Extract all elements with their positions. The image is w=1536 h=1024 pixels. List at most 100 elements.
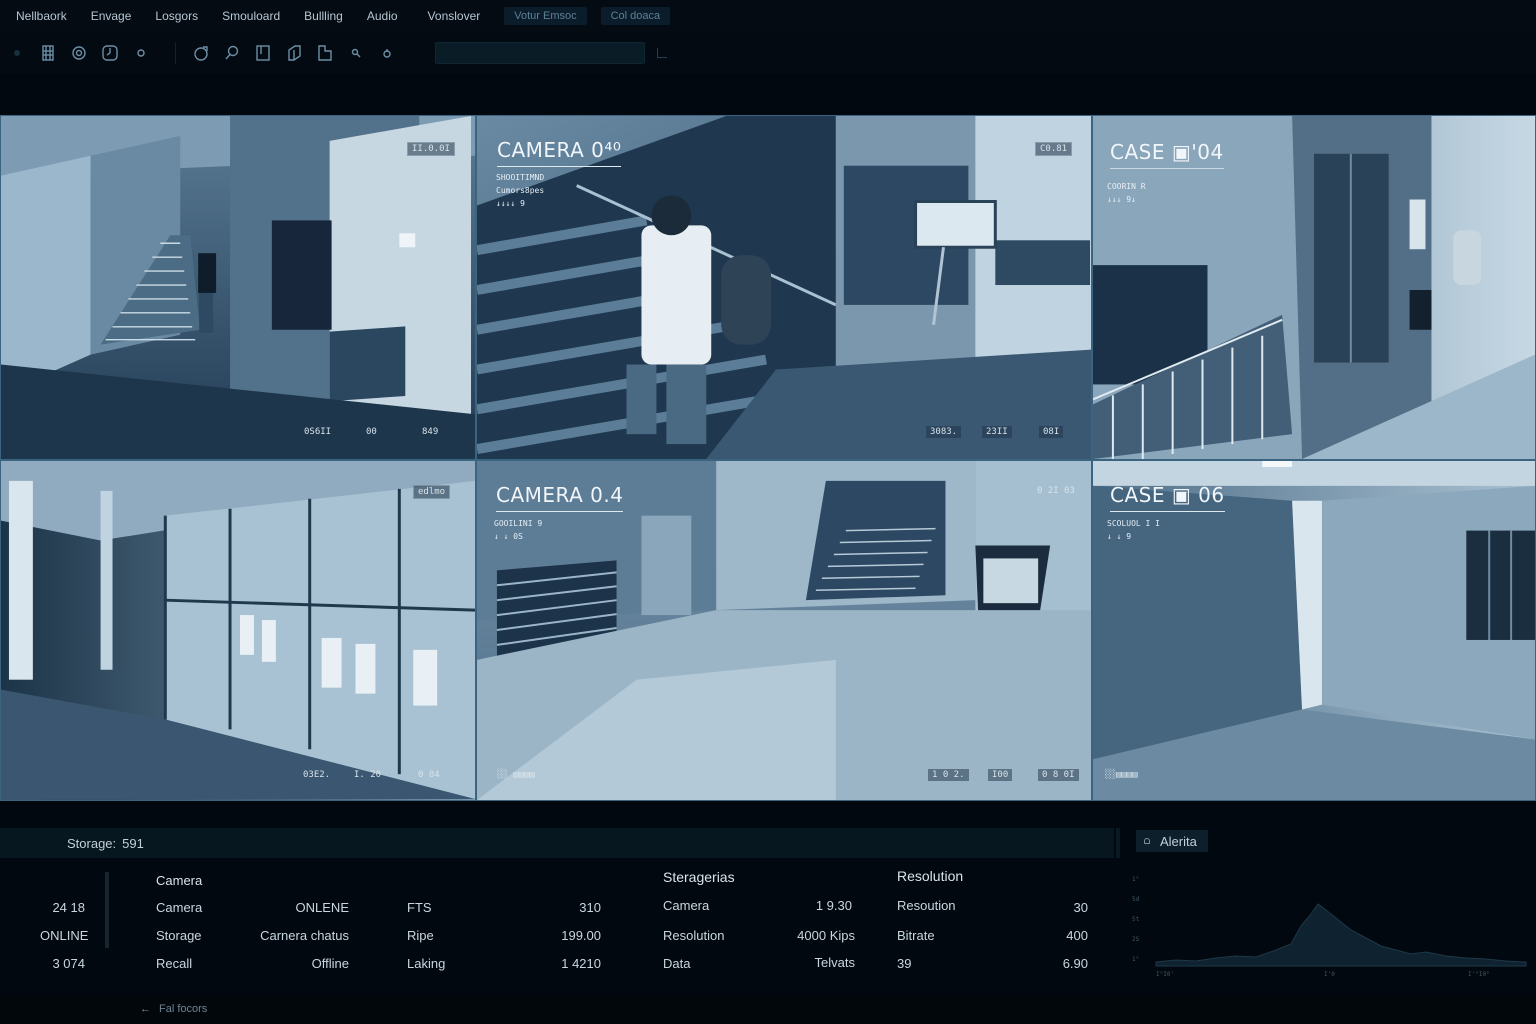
camera-2-stat-3: 08I (1039, 426, 1064, 438)
alerts-x-tick-1: I°I0' (1156, 971, 1174, 978)
camera-2-id-tag: C0.81 (1035, 142, 1073, 156)
camera-5-stat-2: I00 (988, 769, 1013, 781)
steragerias-row-2-label: Resolution (663, 928, 725, 943)
alerts-chart-area (1155, 903, 1527, 967)
camera-feed-3[interactable]: CASE ▣'04 COORIN R ↓↓↓ 9↓ (1092, 115, 1536, 460)
menu-item-envage[interactable]: Envage (91, 9, 132, 23)
storage-label: Storage: (67, 835, 117, 851)
camera-6-meta-line-1: SCOLUOL I I (1107, 519, 1160, 528)
menu-item-bullling[interactable]: Bullling (304, 9, 343, 23)
camera-table-row-3-metric: Laking (407, 956, 446, 971)
steragerias-row-3-value: Telvats (814, 955, 855, 970)
camera-table-row-2-metric: Ripe (407, 928, 434, 943)
alerts-tab[interactable]: Alerita (1136, 830, 1208, 852)
menu-tab-col-doaca[interactable]: Col doaca (600, 7, 671, 25)
camera-feed-5[interactable]: CAMERA 0.4 GOOILINI 9 ↓ ↓ 0S 0 2I 03 ░░ … (476, 460, 1092, 801)
small-refresh-icon[interactable] (376, 42, 398, 64)
footer-label[interactable]: Fal focors (159, 1003, 207, 1015)
refresh-icon[interactable] (190, 42, 212, 64)
camera-2-meta-line-3: ↓↓↓↓ 9 (496, 199, 525, 208)
camera-5-title: CAMERA 0.4 (496, 483, 624, 512)
camera-table-row-2-label[interactable]: Storage (156, 928, 202, 943)
resize-handle[interactable] (657, 48, 667, 58)
menu-item-nellbaork[interactable]: Nellbaork (16, 9, 67, 23)
camera-2-stat-1: 3083. (926, 426, 962, 438)
camera-2-title: CAMERA 0⁴⁰ (497, 138, 622, 167)
small-dot-icon[interactable] (130, 42, 152, 64)
steragerias-header: Steragerias (663, 869, 735, 885)
camera-6-title: CASE ▣ 06 (1110, 483, 1225, 512)
camera-4-stat-1: 03E2. (303, 770, 331, 780)
menu-item-vonslover[interactable]: Vonslover (428, 9, 481, 23)
camera-feed-1[interactable]: II.0.0I 0S6II 00 849 (0, 115, 476, 460)
camera-4-id-tag: edlmo (413, 485, 451, 499)
camera-6-footer-left: ░░▤▤▤▤ (1105, 770, 1138, 780)
menu-bar: Nellbaork Envage Losgors Smouloard Bulll… (0, 0, 1536, 32)
back-arrow-icon[interactable]: ← (140, 1003, 151, 1015)
resolution-row-1-value: 30 (1073, 900, 1088, 915)
panel-divider (1116, 828, 1120, 858)
document-icon[interactable] (252, 42, 274, 64)
resolution-row-3-value: 6.90 (1062, 956, 1088, 971)
camera-5-stat-1: 1 0 2. (928, 769, 969, 781)
storage-bar: Storage: 591 (0, 828, 1114, 858)
alerts-y-tick-4: 2S (1132, 936, 1140, 943)
camera-table-row-3-status: Offline (311, 956, 349, 971)
camera-1-stat-1: 0S6II (304, 427, 332, 437)
camera-4-stat-2: I. 20 (354, 770, 382, 780)
menu-item-smouloard[interactable]: Smouloard (222, 9, 280, 23)
alerts-chart: 1° 5d 5t 2S 1° I°I0' I'0 I'°I0° (1126, 866, 1536, 982)
alerts-y-tick-5: 1° (1132, 956, 1139, 963)
resolution-row-2-value: 400 (1066, 928, 1088, 943)
camera-5-meta: GOOILINI 9 ↓ ↓ 0S (494, 517, 542, 543)
camera-feed-2[interactable]: CAMERA 0⁴⁰ SHOOITIMND Cumors8pes ↓↓↓↓ 9 … (476, 115, 1092, 460)
resolution-header: Resolution (897, 868, 964, 884)
target-icon[interactable] (68, 42, 90, 64)
dot-icon[interactable] (6, 42, 28, 64)
grid-icon[interactable] (37, 42, 59, 64)
camera-table-row-3-value: 1 4210 (561, 956, 601, 971)
toolbar-divider (175, 42, 176, 64)
camera-feed-2-image (477, 116, 1091, 459)
storage-value: 591 (122, 835, 144, 851)
steragerias-row-1-label: Camera (663, 898, 710, 913)
camera-feed-6[interactable]: CASE ▣ 06 SCOLUOL I I ↓ ↓ 9 ░░▤▤▤▤ (1092, 460, 1536, 801)
zoom-icon[interactable] (221, 42, 243, 64)
status-online: ONLINE (40, 928, 89, 943)
menu-tab-votur-emsoc[interactable]: Votur Emsoc (504, 7, 587, 25)
copy-icon[interactable] (283, 42, 305, 64)
camera-3-meta-line-1: COORIN R (1107, 182, 1146, 191)
camera-table-row-1-label[interactable]: Camera (156, 900, 202, 915)
menu-item-losgors[interactable]: Losgors (155, 9, 198, 23)
alerts-y-tick-1: 1° (1132, 876, 1139, 883)
camera-feed-1-image (1, 116, 475, 459)
resolution-row-3-label: 39 (897, 956, 912, 971)
page-icon[interactable] (314, 42, 336, 64)
camera-5-meta-line-2: ↓ ↓ 0S (494, 532, 523, 541)
status-count: 3 074 (52, 956, 85, 971)
resolution-row-2-label: Bitrate (897, 928, 935, 943)
clock-icon[interactable] (99, 42, 121, 64)
alerts-y-tick-2: 5d (1132, 896, 1140, 903)
camera-6-meta: SCOLUOL I I ↓ ↓ 9 (1107, 517, 1160, 543)
steragerias-row-3-label: Data (663, 956, 691, 971)
small-search-icon[interactable] (345, 42, 367, 64)
camera-2-meta-line-1: SHOOITIMND (496, 173, 545, 182)
camera-table-row-3-label[interactable]: Recall (156, 956, 192, 971)
camera-feed-4[interactable]: edlmo 03E2. I. 20 0 84 (0, 460, 476, 801)
search-input[interactable] (435, 42, 645, 64)
camera-3-title: CASE ▣'04 (1110, 140, 1224, 169)
camera-1-stat-2: 00 (366, 427, 377, 437)
alerts-chart-svg: 1° 5d 5t 2S 1° I°I0' I'0 I'°I0° (1132, 876, 1527, 978)
camera-4-stat-3: 0 84 (418, 770, 440, 780)
menu-item-audio[interactable]: Audio (367, 9, 398, 23)
camera-5-id-tag: 0 2I 03 (1037, 486, 1075, 496)
bell-icon (1144, 838, 1150, 844)
camera-2-meta: SHOOITIMND Cumors8pes ↓↓↓↓ 9 (496, 171, 544, 210)
status-rail (105, 872, 109, 948)
alerts-y-tick-3: 5t (1132, 916, 1140, 923)
status-time: 24 18 (52, 900, 85, 915)
steragerias-row-1-value: 1 9.30 (815, 898, 852, 913)
camera-grid: II.0.0I 0S6II 00 849 CAMERA 0⁴⁰ SHOOITIM… (0, 115, 1536, 801)
camera-2-stat-2: 23II (982, 426, 1012, 438)
